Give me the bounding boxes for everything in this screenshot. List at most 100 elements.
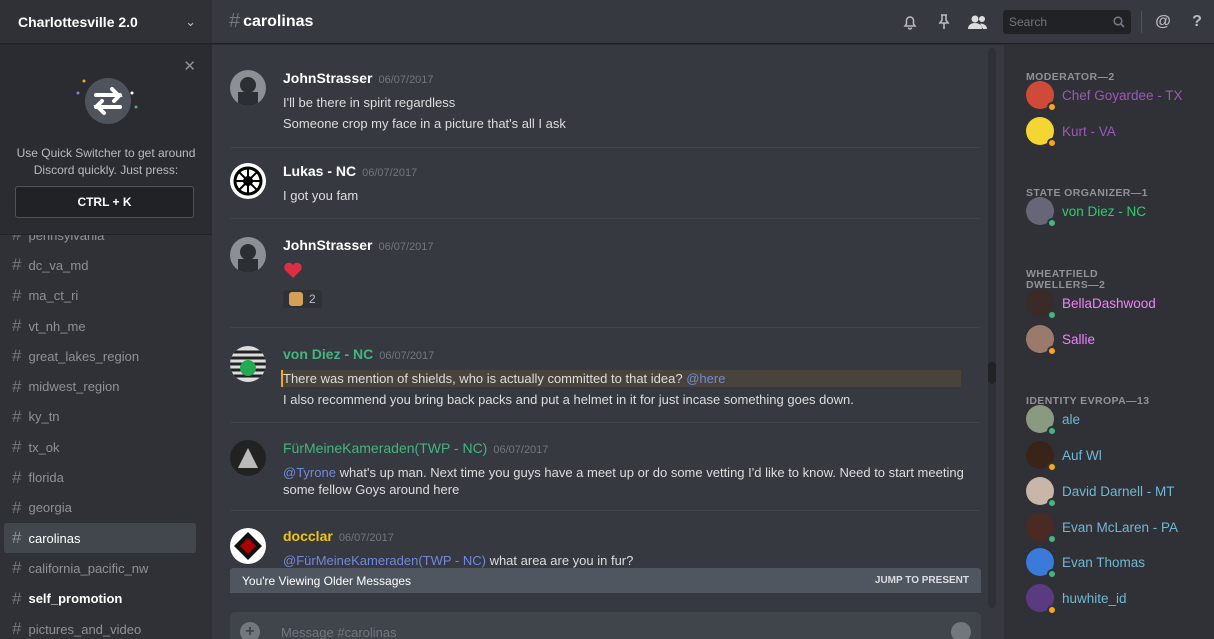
server-header[interactable]: Charlottesville 2.0 ⌄ bbox=[0, 0, 212, 44]
user-mention[interactable]: @FürMeineKameraden(TWP - NC) bbox=[283, 553, 486, 568]
status-indicator bbox=[1047, 102, 1057, 112]
chevron-down-icon[interactable]: ⌄ bbox=[185, 14, 196, 30]
toolbar-divider bbox=[1141, 11, 1142, 33]
avatar[interactable] bbox=[230, 70, 266, 106]
message-author[interactable]: docclar bbox=[283, 528, 333, 544]
avatar bbox=[1026, 289, 1057, 320]
member-name: BellaDashwood bbox=[1062, 295, 1156, 311]
message-text: I got you fam bbox=[283, 188, 359, 203]
channel-item-carolinas[interactable]: # carolinas bbox=[4, 522, 196, 554]
server-name: Charlottesville 2.0 bbox=[18, 13, 138, 30]
members-icon[interactable] bbox=[961, 10, 995, 34]
pin-icon[interactable] bbox=[927, 10, 961, 34]
hash-icon: # bbox=[12, 497, 22, 517]
member-item[interactable]: Chef Goyardee - TX bbox=[1026, 80, 1212, 112]
avatar[interactable] bbox=[230, 346, 266, 382]
quick-switcher-shortcut[interactable]: CTRL + K bbox=[15, 186, 194, 218]
here-mention[interactable]: @here bbox=[686, 371, 725, 386]
message-author[interactable]: JohnStrasser bbox=[283, 237, 372, 253]
message-text: @FürMeineKameraden(TWP - NC) what area a… bbox=[283, 552, 980, 569]
message-scrollbar[interactable] bbox=[988, 48, 996, 608]
search-input[interactable]: Search bbox=[1003, 10, 1131, 34]
member-item[interactable]: von Diez - NC bbox=[1026, 196, 1212, 228]
channel-item-ky-tn[interactable]: # ky_tn bbox=[4, 402, 208, 432]
avatar[interactable] bbox=[230, 163, 266, 199]
channel-item-dc-va-md[interactable]: # dc_va_md bbox=[4, 250, 208, 280]
jump-to-present-button[interactable]: JUMP TO PRESENT bbox=[875, 575, 969, 586]
member-name: ale bbox=[1062, 411, 1081, 427]
message-timestamp: 06/07/2017 bbox=[362, 167, 418, 179]
message-timestamp: 06/07/2017 bbox=[378, 241, 434, 253]
member-item[interactable]: ale bbox=[1026, 404, 1212, 436]
hash-icon: # bbox=[12, 316, 22, 336]
hash-icon: # bbox=[12, 467, 22, 487]
message-text: I'll be there in spirit regardless bbox=[283, 95, 456, 110]
avatar bbox=[1026, 477, 1057, 508]
scrollbar-thumb[interactable] bbox=[988, 362, 996, 384]
emoji-picker-icon[interactable] bbox=[951, 622, 971, 639]
hash-icon: # bbox=[12, 528, 22, 548]
member-item[interactable]: Evan McLaren - PA bbox=[1026, 512, 1212, 544]
member-name: huwhite_id bbox=[1062, 590, 1127, 606]
avatar bbox=[1026, 441, 1057, 472]
message-author[interactable]: JohnStrasser bbox=[283, 70, 372, 86]
hash-icon: # bbox=[12, 285, 22, 305]
channel-name: ky_tn bbox=[28, 409, 60, 425]
mentions-icon[interactable]: @ bbox=[1146, 10, 1180, 34]
channel-item-great-lakes-region[interactable]: # great_lakes_region bbox=[4, 341, 208, 371]
channel-item-vt-nh-me[interactable]: # vt_nh_me bbox=[4, 311, 208, 341]
channel-name: vt_nh_me bbox=[28, 318, 86, 334]
upload-plus-icon[interactable]: + bbox=[240, 622, 260, 639]
status-indicator bbox=[1047, 310, 1057, 320]
help-icon[interactable]: ? bbox=[1180, 10, 1214, 34]
message-composer[interactable]: + Message #carolinas bbox=[230, 612, 981, 639]
channel-name: florida bbox=[28, 470, 64, 486]
channel-name: pictures_and_video bbox=[28, 621, 142, 637]
avatar bbox=[1026, 197, 1057, 228]
message-author[interactable]: von Diez - NC bbox=[283, 346, 373, 362]
channel-item-tx-ok[interactable]: # tx_ok bbox=[4, 432, 208, 462]
member-item[interactable]: huwhite_id bbox=[1026, 583, 1212, 615]
hash-icon: # bbox=[12, 346, 22, 366]
channel-name: georgia bbox=[28, 500, 72, 516]
channel-name: self_promotion bbox=[28, 591, 123, 607]
channel-item-ma-ct-ri[interactable]: # ma_ct_ri bbox=[4, 281, 208, 311]
member-item[interactable]: David Darnell - MT bbox=[1026, 476, 1212, 508]
message-author[interactable]: FürMeineKameraden(TWP - NC) bbox=[283, 440, 487, 456]
quick-switcher-text: Use Quick Switcher to get around Discord… bbox=[16, 146, 196, 177]
message-text: Someone crop my face in a picture that's… bbox=[283, 116, 566, 131]
message-author[interactable]: Lukas - NC bbox=[283, 163, 356, 179]
avatar bbox=[1026, 117, 1057, 148]
hash-icon: # bbox=[12, 437, 22, 457]
bell-icon[interactable] bbox=[893, 10, 927, 34]
member-name: David Darnell - MT bbox=[1062, 483, 1175, 499]
channel-sidebar: Charlottesville 2.0 ⌄ ✕ Use Quick Switch… bbox=[0, 0, 212, 639]
member-item[interactable]: Auf Wl bbox=[1026, 440, 1212, 472]
user-mention[interactable]: @Tyrone bbox=[283, 465, 336, 480]
doge-emoji-icon bbox=[289, 292, 303, 306]
status-indicator bbox=[1047, 605, 1057, 615]
reaction-button[interactable]: 2 bbox=[283, 290, 322, 308]
channel-header: # carolinas Search @ ? bbox=[212, 0, 1214, 44]
heart-emoji-icon bbox=[283, 261, 980, 284]
channel-item-pictures-and-video[interactable]: # pictures_and_video bbox=[4, 614, 208, 639]
member-item[interactable]: Evan Thomas bbox=[1026, 547, 1212, 579]
close-icon[interactable]: ✕ bbox=[183, 57, 196, 75]
avatar[interactable] bbox=[230, 237, 266, 273]
avatar[interactable] bbox=[230, 528, 266, 564]
status-indicator bbox=[1047, 346, 1057, 356]
status-indicator bbox=[1047, 138, 1057, 148]
member-item[interactable]: Sallie bbox=[1026, 324, 1212, 356]
avatar bbox=[1026, 405, 1057, 436]
message-timestamp: 06/07/2017 bbox=[338, 532, 394, 544]
channel-item-california-pacific-nw[interactable]: # california_pacific_nw bbox=[4, 553, 208, 583]
channel-item-midwest-region[interactable]: # midwest_region bbox=[4, 371, 208, 401]
channel-item-self-promotion[interactable]: # self_promotion bbox=[4, 584, 208, 614]
avatar[interactable] bbox=[230, 440, 266, 476]
member-item[interactable]: BellaDashwood bbox=[1026, 288, 1212, 320]
channel-item-georgia[interactable]: # georgia bbox=[4, 493, 208, 523]
avatar bbox=[1026, 513, 1057, 544]
member-item[interactable]: Kurt - VA bbox=[1026, 116, 1212, 148]
channel-item-florida[interactable]: # florida bbox=[4, 462, 208, 492]
message-divider bbox=[230, 147, 980, 148]
